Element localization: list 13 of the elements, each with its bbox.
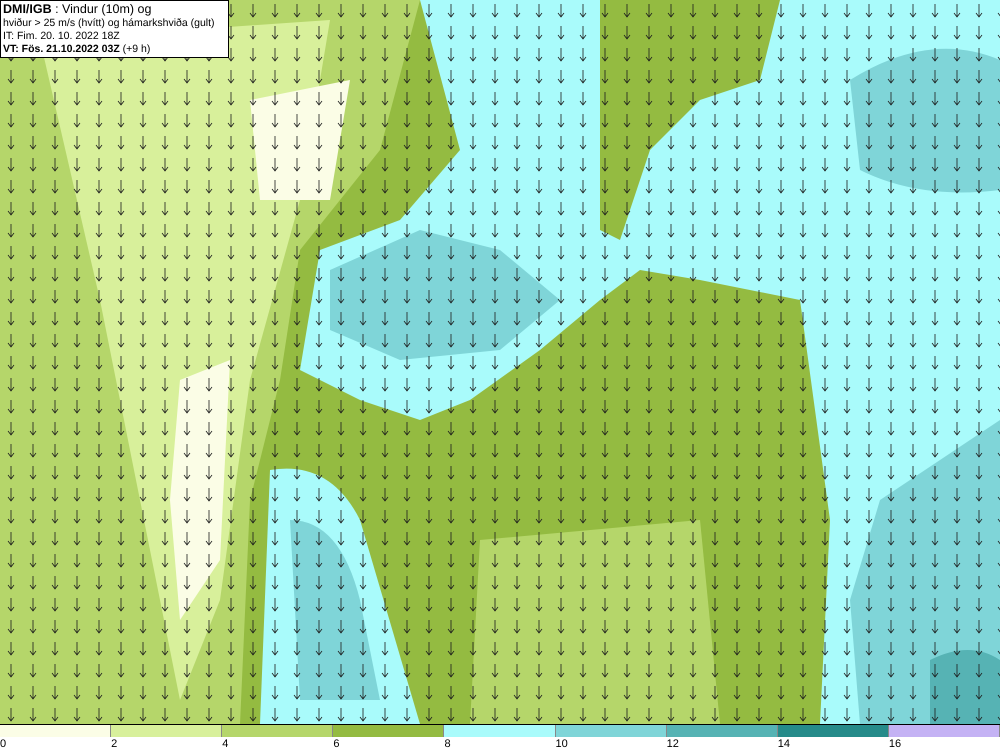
legend-label: 6 <box>333 737 340 752</box>
legend-label: 12 <box>666 737 679 752</box>
info-text: IT: Fim. 20. 10. 2022 18Z <box>3 30 121 43</box>
legend-label: 4 <box>222 737 228 752</box>
legend-label: 14 <box>778 737 790 752</box>
legend-label: 2 <box>111 737 118 752</box>
legend-label: 0 <box>0 737 6 752</box>
legend-label: 8 <box>444 737 451 752</box>
legend-label: 10 <box>556 737 568 752</box>
legend-label: 16 <box>888 737 902 752</box>
info-text: hviður > 25 m/s (hvítt) og hámarkshviða (gult) <box>3 17 216 30</box>
info-text: DMI/IGB : Vindur (10m) og <box>3 2 152 17</box>
info-text: VT: Fös. 21.10.2022 03Z (+9 h) <box>3 43 152 56</box>
